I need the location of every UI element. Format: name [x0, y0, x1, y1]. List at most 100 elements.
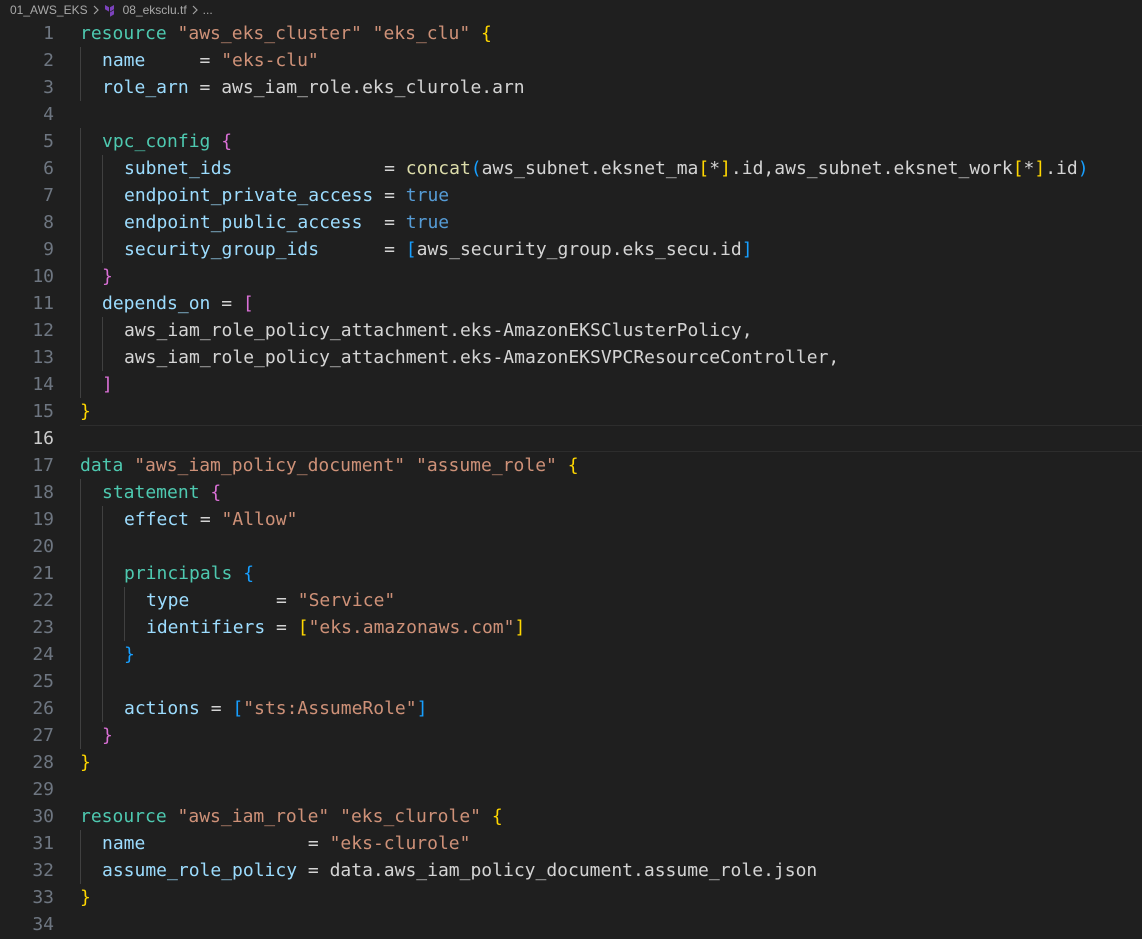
code-token: aws_iam_role_policy_attachment.eks-Amazo…: [124, 320, 753, 341]
code-token: }: [102, 725, 113, 746]
code-token: "eks_clurole": [340, 806, 481, 827]
code-line[interactable]: 15}: [0, 398, 1142, 425]
code-line[interactable]: 2 name = "eks-clu": [0, 47, 1142, 74]
code-line[interactable]: 10}: [0, 263, 1142, 290]
code-token: {: [210, 482, 222, 503]
code-line[interactable]: 27}: [0, 722, 1142, 749]
code-line[interactable]: 1 resource "aws_eks_cluster" "eks_clu" {: [0, 20, 1142, 47]
code-line[interactable]: 4: [0, 101, 1142, 128]
code-line[interactable]: 29: [0, 776, 1142, 803]
code-text: statement {: [102, 479, 221, 506]
code-text: }: [124, 641, 135, 668]
code-line[interactable]: 3 role_arn = aws_iam_role.eks_clurole.arn: [0, 74, 1142, 101]
code-text: }: [80, 749, 91, 776]
terraform-icon: [104, 4, 117, 17]
code-token: ]: [1034, 158, 1046, 179]
code-line[interactable]: 16: [0, 425, 1142, 452]
code-line[interactable]: 18 statement {: [0, 479, 1142, 506]
code-token: aws_iam_role_policy_attachment.eks-Amazo…: [124, 347, 840, 368]
code-line[interactable]: 33}: [0, 884, 1142, 911]
code-text: aws_iam_role_policy_attachment.eks-Amazo…: [124, 344, 839, 371]
code-text: }: [102, 722, 113, 749]
code-token: "aws_iam_policy_document": [134, 455, 406, 476]
code-line[interactable]: 32 assume_role_policy = data.aws_iam_poli…: [0, 857, 1142, 884]
code-line[interactable]: 25: [0, 668, 1142, 695]
code-line[interactable]: 8 endpoint_public_access = true: [0, 209, 1142, 236]
breadcrumb-folder[interactable]: 01_AWS_EKS: [10, 3, 88, 17]
indent-guide: [80, 695, 81, 722]
indent-guide: [80, 290, 81, 317]
code-line[interactable]: 5 vpc_config {: [0, 128, 1142, 155]
code-line[interactable]: 22 type = "Service": [0, 587, 1142, 614]
code-line[interactable]: 9 security_group_ids = [aws_security_grou…: [0, 236, 1142, 263]
indent-guide: [102, 695, 103, 722]
code-text: name = "eks-clu": [102, 47, 319, 74]
code-line[interactable]: 31 name = "eks-clurole": [0, 830, 1142, 857]
line-number: 34: [32, 914, 54, 935]
line-number: 15: [32, 401, 54, 422]
code-text: aws_iam_role_policy_attachment.eks-Amazo…: [124, 317, 753, 344]
code-token: "Allow": [221, 509, 298, 530]
indent-guide: [102, 236, 103, 263]
code-token: =: [189, 590, 298, 611]
code-token: [: [698, 158, 710, 179]
indent-guide: [102, 155, 103, 182]
code-line[interactable]: 17 data "aws_iam_policy_document" "assume…: [0, 452, 1142, 479]
line-number: 11: [32, 293, 54, 314]
code-token: subnet_ids: [124, 158, 233, 179]
code-line[interactable]: 7 endpoint_private_access = true: [0, 182, 1142, 209]
code-token: resource: [80, 806, 167, 827]
indent-guide: [80, 668, 81, 695]
code-token: "eks-clurole": [329, 833, 471, 854]
code-token: ]: [416, 698, 428, 719]
indent-guide: [80, 857, 81, 884]
code-line[interactable]: 24}: [0, 641, 1142, 668]
indent-guide: [124, 614, 125, 641]
indent-guide: [80, 317, 81, 344]
code-line[interactable]: 13 aws_iam_role_policy_attachment.eks-Ama…: [0, 344, 1142, 371]
code-line[interactable]: 19 effect = "Allow": [0, 506, 1142, 533]
line-number: 2: [43, 50, 54, 71]
line-number: 30: [32, 806, 54, 827]
code-line[interactable]: 34: [0, 911, 1142, 938]
code-line[interactable]: 30 resource "aws_iam_role" "eks_clurole" …: [0, 803, 1142, 830]
code-token: = aws_iam_role.eks_clurole.arn: [188, 77, 525, 98]
code-token: type: [146, 590, 190, 611]
indent-guide: [80, 830, 81, 857]
code-token: depends_on: [102, 293, 211, 314]
code-text: actions = ["sts:AssumeRole"]: [124, 695, 427, 722]
indent-guide: [102, 668, 103, 695]
code-line[interactable]: 26 actions = ["sts:AssumeRole"]: [0, 695, 1142, 722]
code-text: principals {: [124, 560, 254, 587]
code-line[interactable]: 6 subnet_ids = concat(aws_subnet.eksnet_m…: [0, 155, 1142, 182]
code-token: "aws_eks_cluster": [177, 23, 362, 44]
code-line[interactable]: 23 identifiers = ["eks.amazonaws.com"]: [0, 614, 1142, 641]
indent-guide: [80, 560, 81, 587]
code-editor[interactable]: 1 resource "aws_eks_cluster" "eks_clu" {2…: [0, 20, 1142, 938]
code-text: data "aws_iam_policy_document" "assume_r…: [80, 452, 579, 479]
code-token: security_group_ids: [124, 239, 320, 260]
code-text: endpoint_private_access = true: [124, 182, 449, 209]
indent-guide: [80, 722, 81, 749]
code-line[interactable]: 12 aws_iam_role_policy_attachment.eks-Ama…: [0, 317, 1142, 344]
code-line[interactable]: 11 depends_on = [: [0, 290, 1142, 317]
code-text: resource "aws_eks_cluster" "eks_clu" {: [80, 20, 492, 47]
code-line[interactable]: 14]: [0, 371, 1142, 398]
indent-guide: [124, 587, 125, 614]
line-number: 7: [43, 185, 54, 206]
indent-guide: [80, 344, 81, 371]
code-token: "assume_role": [415, 455, 557, 476]
line-number: 25: [32, 671, 54, 692]
line-number: 28: [32, 752, 54, 773]
code-line[interactable]: 28}: [0, 749, 1142, 776]
code-line[interactable]: 20: [0, 533, 1142, 560]
code-line[interactable]: 21 principals {: [0, 560, 1142, 587]
line-number: 31: [32, 833, 54, 854]
code-text: identifiers = ["eks.amazonaws.com"]: [146, 614, 525, 641]
breadcrumb-symbol[interactable]: ...: [203, 3, 213, 17]
breadcrumb-file[interactable]: 08_eksclu.tf: [123, 3, 187, 17]
indent-guide: [102, 587, 103, 614]
line-number: 3: [43, 77, 54, 98]
